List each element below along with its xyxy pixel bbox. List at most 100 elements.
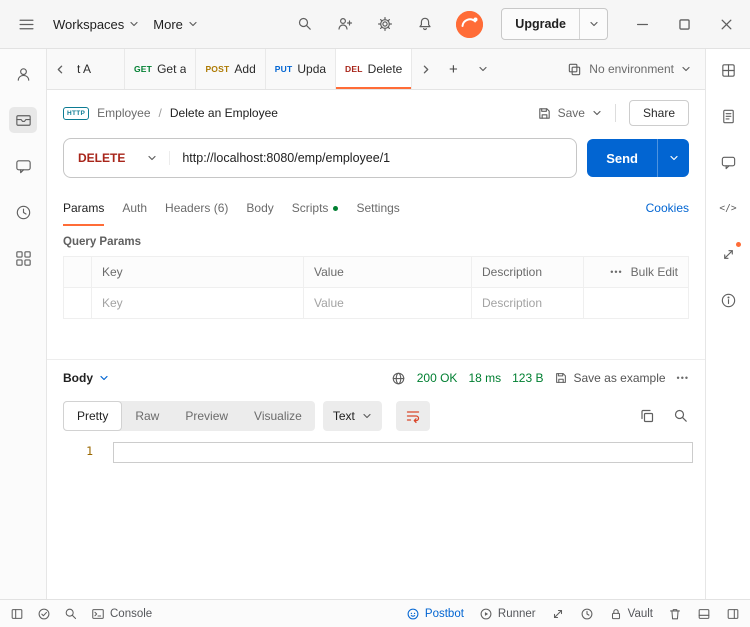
view-raw[interactable]: Raw [122, 401, 172, 431]
window-controls [636, 18, 737, 31]
environment-selector[interactable]: No environment [553, 49, 705, 89]
sidebar-toggle-button[interactable] [10, 607, 24, 621]
chevron-down-icon [363, 413, 371, 419]
format-dropdown[interactable]: Text [322, 401, 382, 431]
send-options-button[interactable] [657, 139, 689, 177]
view-preview[interactable]: Preview [172, 401, 241, 431]
tab-auth[interactable]: Auth [122, 190, 147, 226]
wrap-lines-button[interactable] [395, 401, 430, 431]
request-tab-active[interactable]: DEL Delete [336, 49, 413, 89]
close-icon[interactable] [720, 18, 733, 31]
tabs-scroll-left-button[interactable] [47, 49, 73, 89]
copy-icon[interactable] [639, 408, 655, 424]
description-cell[interactable]: Description [471, 287, 584, 319]
main-menu-button[interactable] [13, 11, 39, 37]
column-options-icon[interactable]: ••• [610, 267, 622, 277]
save-button[interactable]: Save [537, 106, 585, 121]
new-tab-button[interactable]: + [438, 49, 468, 89]
recent-activity-button[interactable] [580, 607, 594, 621]
upgrade-button[interactable]: Upgrade [502, 9, 580, 39]
send-button[interactable]: Send [587, 139, 657, 177]
expand-panel-button[interactable] [551, 607, 565, 621]
tab-label: Get a [157, 62, 187, 76]
response-options-icon[interactable]: ••• [677, 373, 689, 383]
workspaces-menu[interactable]: Workspaces [53, 17, 139, 32]
tabs-scroll-right-button[interactable] [412, 49, 438, 89]
request-tab[interactable]: t A [73, 49, 125, 89]
response-body-dropdown[interactable]: Body [63, 371, 109, 385]
sidebar-item-history[interactable] [9, 199, 37, 225]
capture-requests-button[interactable] [714, 57, 742, 83]
invite-button[interactable] [332, 11, 358, 37]
comments-button[interactable] [714, 149, 742, 175]
request-url-box: DELETE http://localhost:8080/emp/employe… [63, 138, 578, 178]
collections-tray-icon [15, 114, 31, 126]
vault-button[interactable]: Vault [609, 607, 653, 621]
breadcrumb-request-name[interactable]: Delete an Employee [170, 106, 278, 120]
response-editor[interactable]: 1 [47, 436, 705, 599]
empty-response-line[interactable] [113, 442, 693, 463]
person-icon [17, 67, 29, 81]
tab-settings[interactable]: Settings [356, 190, 399, 226]
save-as-example-button[interactable]: Save as example [554, 371, 666, 385]
view-pretty[interactable]: Pretty [63, 401, 123, 431]
runner-button[interactable]: Runner [479, 607, 536, 621]
url-input[interactable]: http://localhost:8080/emp/employee/1 [169, 151, 576, 165]
chevron-down-icon [100, 375, 108, 381]
tab-options-button[interactable] [468, 49, 498, 89]
tab-body[interactable]: Body [246, 190, 273, 226]
request-tab[interactable]: PUT Upda [266, 49, 337, 89]
more-menu[interactable]: More [153, 17, 198, 32]
search-icon[interactable] [673, 408, 689, 424]
trash-button[interactable] [668, 607, 682, 621]
response-time[interactable]: 18 ms [468, 371, 501, 385]
cookies-link[interactable]: Cookies [646, 190, 689, 226]
status-check-button[interactable] [37, 607, 51, 621]
sidebar-item-collections[interactable] [9, 107, 37, 133]
key-cell[interactable]: Key [91, 287, 304, 319]
left-sidebar [0, 49, 47, 599]
method-badge: POST [205, 64, 230, 74]
statusbar-right: Postbot Runner Vault [406, 607, 740, 621]
sidebar-item-apps[interactable] [9, 245, 37, 271]
value-cell[interactable]: Value [303, 287, 472, 319]
info-button[interactable] [714, 287, 742, 313]
sidebar-item-user[interactable] [9, 61, 37, 87]
actions-cell [583, 287, 689, 319]
tab-scripts[interactable]: Scripts [292, 190, 339, 226]
layout-single-button[interactable] [697, 607, 711, 621]
search-button[interactable] [292, 11, 318, 37]
search-icon [65, 608, 77, 619]
table-row: Key Value Description [63, 287, 689, 319]
documentation-button[interactable] [714, 103, 742, 129]
layout-split-button[interactable] [726, 607, 740, 621]
breadcrumb-collection[interactable]: Employee [97, 106, 150, 120]
tab-headers[interactable]: Headers (6) [165, 190, 228, 226]
share-button[interactable]: Share [628, 100, 689, 126]
settings-button[interactable] [372, 11, 398, 37]
method-selector[interactable]: DELETE [64, 151, 169, 165]
bulk-edit-button[interactable]: Bulk Edit [631, 265, 678, 279]
request-tab[interactable]: GET Get a [125, 49, 197, 89]
related-requests-button[interactable] [714, 241, 742, 267]
response-size[interactable]: 123 B [512, 371, 543, 385]
minimize-icon[interactable] [636, 18, 649, 31]
find-button[interactable] [64, 607, 78, 621]
console-button[interactable]: Console [91, 607, 152, 621]
maximize-icon[interactable] [678, 18, 691, 31]
tab-params[interactable]: Params [63, 190, 105, 226]
notifications-button[interactable] [412, 11, 438, 37]
search-icon [299, 17, 312, 30]
code-snippet-button[interactable]: </> [714, 195, 742, 221]
postbot-button[interactable]: Postbot [406, 607, 464, 621]
status-badge[interactable]: 200 OK [417, 371, 458, 385]
upgrade-caret-button[interactable] [580, 9, 607, 39]
globe-icon[interactable] [391, 371, 406, 386]
line-number: 1 [86, 444, 93, 458]
sidebar-item-mock[interactable] [9, 153, 37, 179]
save-options-chevron-icon[interactable] [592, 108, 602, 118]
postman-logo[interactable] [456, 10, 484, 38]
request-tab[interactable]: POST Add [196, 49, 266, 89]
view-visualize[interactable]: Visualize [241, 401, 315, 431]
code-area[interactable] [93, 442, 693, 599]
